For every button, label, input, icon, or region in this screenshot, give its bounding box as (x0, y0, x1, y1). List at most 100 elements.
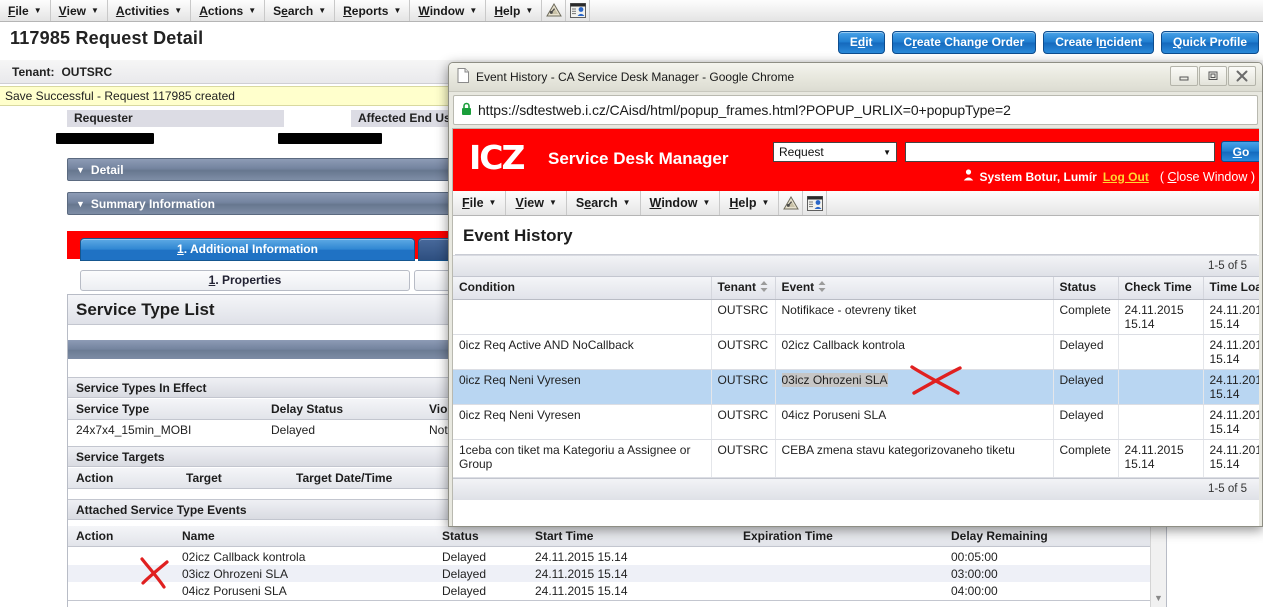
sort-icon[interactable] (818, 280, 826, 295)
popup-titlebar[interactable]: Event History - CA Service Desk Manager … (449, 63, 1262, 92)
cell-status: Delayed (442, 549, 487, 564)
announcement-icon[interactable] (542, 0, 567, 21)
quick-profile-button[interactable]: Quick Profile (1160, 31, 1259, 54)
table-row[interactable]: 02icz Callback kontrola Delayed 24.11.20… (68, 548, 1166, 565)
cell-condition: 1ceba con tiket ma Kategoriu a Assignee … (453, 439, 712, 478)
popup-menu-view[interactable]: View ▼ (506, 191, 567, 215)
accordion-summary-label: Summary Information (90, 196, 215, 211)
cell-condition: 0icz Req Neni Vyresen (453, 404, 712, 440)
search-type-value: Request (779, 145, 824, 159)
tab-label: . Additional Information (183, 242, 318, 256)
cell-time-loaded: 24.11.2015 15.14 (1203, 404, 1259, 440)
cell-name: 04icz Poruseni SLA (182, 583, 287, 598)
table-row[interactable]: 0icz Req Active AND NoCallback OUTSRC 02… (453, 334, 1259, 370)
maximize-icon[interactable] (1199, 66, 1227, 86)
popup-menu-search[interactable]: Se arch ▼ (567, 191, 641, 215)
event-history-title: Event History (463, 226, 573, 245)
table-row[interactable]: OUTSRC Notifikace - otevreny tiket Compl… (453, 299, 1259, 335)
search-input[interactable] (905, 142, 1215, 162)
cell-event-highlighted: 03icz Ohrozeni SLA (781, 372, 888, 387)
cell-check-time: 24.11.2015 15.14 (1118, 439, 1204, 478)
col-status[interactable]: Status (434, 529, 527, 543)
col-expiration-time[interactable]: Expiration Time (735, 529, 943, 543)
cell-service-type: 24x7x4_15min_MOBI (76, 422, 192, 437)
cell-event: Notifikace - otevreny tiket (775, 299, 1054, 335)
col-check-time[interactable]: Check Time (1118, 277, 1204, 300)
window-controls (1169, 66, 1256, 86)
menu-reports[interactable]: Reports ▼ (335, 0, 411, 21)
create-change-order-button[interactable]: Create Change Order (891, 31, 1037, 54)
table-row[interactable]: 03icz Ohrozeni SLA Delayed 24.11.2015 15… (68, 565, 1166, 582)
subtab-row: 1. Properties (80, 270, 474, 291)
close-icon[interactable] (1228, 66, 1256, 86)
cell-status: Delayed (1053, 334, 1119, 370)
search-type-select[interactable]: Request ▼ (773, 142, 897, 162)
cell-delay-status: Delayed (271, 422, 316, 437)
col-name[interactable]: Name (174, 529, 434, 543)
subtab-properties[interactable]: 1. Properties (80, 270, 410, 291)
tab-row: 1. Additional Information (80, 238, 478, 261)
col-event[interactable]: Event (775, 277, 1054, 300)
col-tenant[interactable]: Tenant (711, 277, 776, 300)
menu-search[interactable]: Se arch ▼ (265, 0, 336, 21)
tab-additional-information[interactable]: 1. Additional Information (80, 238, 415, 261)
col-action[interactable]: Action (68, 529, 174, 543)
table-row[interactable]: 1ceba con tiket ma Kategoriu a Assignee … (453, 439, 1259, 478)
table-row[interactable]: 04icz Poruseni SLA Delayed 24.11.2015 15… (68, 582, 1166, 599)
menu-window[interactable]: Window ▼ (410, 0, 487, 21)
col-status[interactable]: Status (1053, 277, 1119, 300)
main-menubar: File ▼ View ▼ Activities ▼ Actions ▼ Se arch ▼… (0, 0, 1263, 22)
cell-name: 02icz Callback kontrola (182, 549, 306, 564)
col-delay-remaining[interactable]: Delay Remaining (943, 529, 1143, 543)
menu-file[interactable]: File ▼ (0, 0, 51, 21)
col-service-type[interactable]: Service Type (68, 402, 263, 416)
cell-check-time (1118, 334, 1204, 370)
col-time-loaded[interactable]: Time Loaded (1203, 277, 1259, 300)
go-button[interactable]: Go (1221, 141, 1259, 162)
cell-start-time: 24.11.2015 15.14 (535, 583, 628, 598)
col-condition[interactable]: Condition (453, 277, 712, 300)
lock-icon (461, 102, 472, 119)
table-row[interactable]: 0icz Req Neni Vyresen OUTSRC 04icz Porus… (453, 404, 1259, 440)
menu-view[interactable]: View ▼ (51, 0, 108, 21)
menu-activities[interactable]: Activities ▼ (108, 0, 192, 21)
cell-event: 04icz Poruseni SLA (775, 404, 1054, 440)
cell-delay-remaining: 03:00:00 (951, 566, 998, 581)
col-action[interactable]: Action (68, 471, 178, 485)
close-window-link[interactable]: ( Close Window ) (1160, 170, 1255, 184)
logout-link[interactable]: Log Out (1103, 170, 1149, 184)
icz-logo: ICZ (469, 138, 525, 177)
col-start-time[interactable]: Start Time (527, 529, 735, 543)
event-history-popup-window[interactable]: Event History - CA Service Desk Manager … (448, 62, 1263, 527)
cell-status: Delayed (442, 583, 487, 598)
announcement-icon[interactable] (779, 191, 804, 215)
sort-icon[interactable] (760, 280, 768, 295)
cell-tenant: OUTSRC (711, 369, 776, 405)
record-count-top: 1-5 of 5 (453, 255, 1259, 277)
cell-status: Delayed (442, 566, 487, 581)
cell-tenant: OUTSRC (711, 404, 776, 440)
icz-logo-text: ICZ (469, 138, 525, 177)
menu-help[interactable]: Help ▼ (486, 0, 543, 21)
profile-card-icon[interactable] (566, 0, 591, 21)
edit-button[interactable]: Edit (837, 31, 885, 54)
address-bar[interactable]: https://sdtestweb.i.cz/CAisd/html/popup_… (453, 95, 1258, 125)
profile-card-icon[interactable] (803, 191, 828, 215)
cell-tenant: OUTSRC (711, 334, 776, 370)
table-row-selected[interactable]: 0icz Req Neni Vyresen OUTSRC 03icz Ohroz… (453, 369, 1259, 405)
popup-menu-help[interactable]: Help ▼ (720, 191, 780, 215)
col-delay-status[interactable]: Delay Status (263, 402, 421, 416)
cell-condition: 0icz Req Neni Vyresen (453, 369, 712, 405)
col-target[interactable]: Target (178, 471, 288, 485)
cell-name: 03icz Ohrozeni SLA (182, 566, 289, 581)
popup-menu-window[interactable]: Window ▼ (641, 191, 721, 215)
popup-menu-file[interactable]: File ▼ (453, 191, 507, 215)
record-count-bottom-text: 1-5 of 5 (1208, 483, 1247, 496)
menu-actions[interactable]: Actions ▼ (191, 0, 266, 21)
tab-number: 1 (177, 242, 184, 256)
screenshot-root: File ▼ View ▼ Activities ▼ Actions ▼ Se arch ▼… (0, 0, 1263, 607)
cell-check-time (1118, 404, 1204, 440)
create-incident-button[interactable]: Create Incident (1043, 31, 1154, 54)
cell-event: CEBA zmena stavu kategorizovaneho tiketu (775, 439, 1054, 478)
minimize-icon[interactable] (1170, 66, 1198, 86)
